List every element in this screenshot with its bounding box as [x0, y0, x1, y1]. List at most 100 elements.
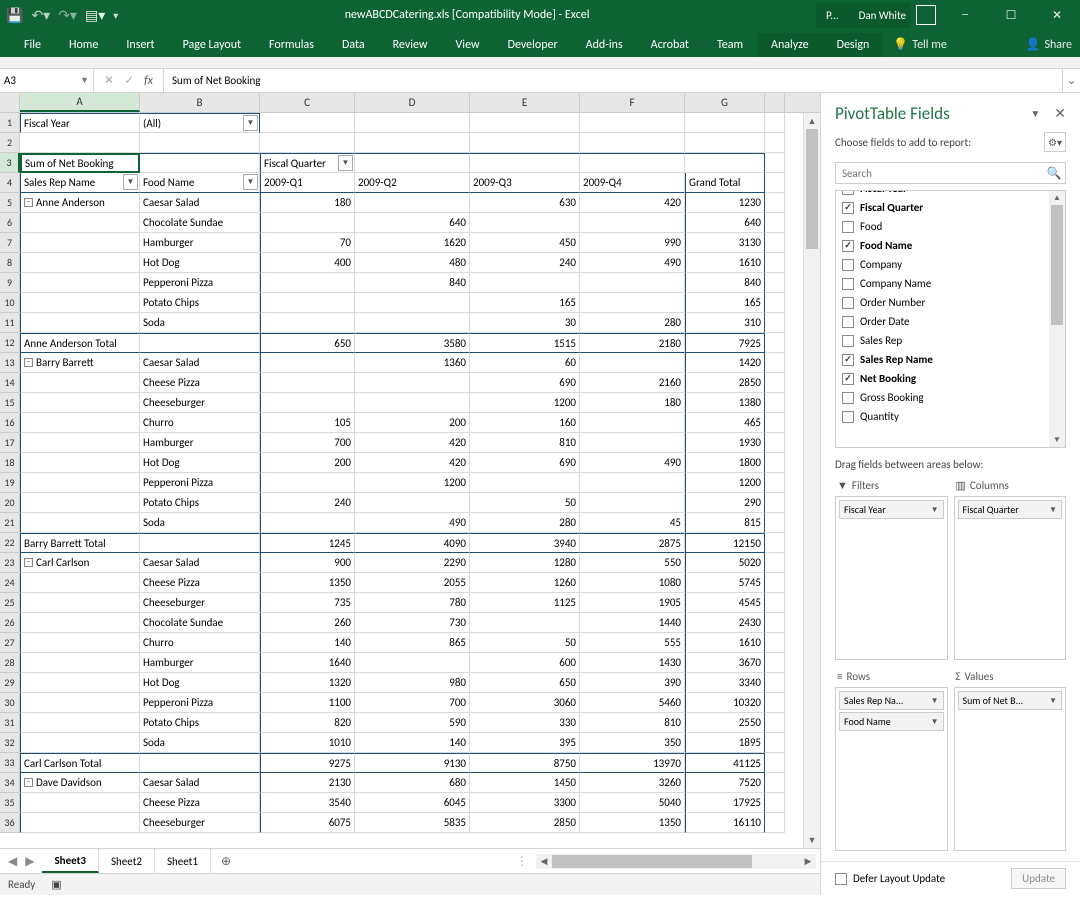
cell[interactable]	[20, 313, 140, 333]
cell[interactable]: 900	[260, 553, 355, 573]
cell[interactable]: Soda	[140, 513, 260, 533]
cell[interactable]	[20, 793, 140, 813]
cell[interactable]	[355, 193, 470, 213]
cell[interactable]: 180	[580, 393, 685, 413]
cell[interactable]: Barry Barrett Total	[20, 533, 140, 553]
cell[interactable]: 10320	[685, 693, 765, 713]
cell[interactable]: Caesar Salad	[140, 553, 260, 573]
checkbox[interactable]	[842, 278, 854, 290]
cell[interactable]: 865	[355, 633, 470, 653]
cell[interactable]: 3940	[470, 533, 580, 553]
cell[interactable]: −Anne Anderson	[20, 193, 140, 213]
cell[interactable]	[765, 813, 785, 833]
user-name[interactable]: Dan White	[849, 3, 910, 28]
cell[interactable]: 780	[355, 593, 470, 613]
cell[interactable]: 2055	[355, 573, 470, 593]
row-header[interactable]: 32	[0, 733, 20, 753]
cell[interactable]: 5835	[355, 813, 470, 833]
scroll-down-icon[interactable]: ▼	[1049, 433, 1065, 447]
context-tab-pivot[interactable]: P...	[816, 3, 849, 28]
maximize-icon[interactable]: ☐	[988, 0, 1034, 30]
cell[interactable]: 160	[470, 413, 580, 433]
cell[interactable]	[580, 133, 685, 153]
cell[interactable]: 980	[355, 673, 470, 693]
cell[interactable]: 50	[470, 493, 580, 513]
cell[interactable]	[765, 313, 785, 333]
cell[interactable]: Cheese Pizza	[140, 573, 260, 593]
cell[interactable]: 650	[260, 333, 355, 353]
cell[interactable]: 1905	[580, 593, 685, 613]
cell[interactable]	[20, 133, 140, 153]
checkbox[interactable]: ✓	[842, 373, 854, 385]
cell[interactable]: 2875	[580, 533, 685, 553]
cell[interactable]: 1420	[685, 353, 765, 373]
cell[interactable]	[20, 473, 140, 493]
cell[interactable]: 240	[260, 493, 355, 513]
cell[interactable]: 680	[355, 773, 470, 793]
cell[interactable]	[765, 413, 785, 433]
cell[interactable]	[20, 593, 140, 613]
cell[interactable]	[260, 373, 355, 393]
cell[interactable]: Pepperoni Pizza	[140, 473, 260, 493]
cell[interactable]	[765, 673, 785, 693]
cell[interactable]: Hot Dog	[140, 453, 260, 473]
row-header[interactable]: 27	[0, 633, 20, 653]
column-header-f[interactable]: F	[580, 93, 685, 112]
cell[interactable]	[140, 753, 260, 773]
cell[interactable]	[765, 353, 785, 373]
cell[interactable]: −Barry Barrett	[20, 353, 140, 373]
qat-customize-icon[interactable]: ▾	[113, 9, 118, 22]
cell[interactable]	[20, 693, 140, 713]
row-header[interactable]: 30	[0, 693, 20, 713]
filter-dropdown[interactable]: ▼	[338, 155, 353, 171]
cell[interactable]: −Carl Carlson	[20, 553, 140, 573]
cell[interactable]	[260, 113, 355, 133]
chevron-down-icon[interactable]: ▼	[931, 717, 939, 727]
cell[interactable]	[765, 473, 785, 493]
cell[interactable]: 630	[470, 193, 580, 213]
tab-add-ins[interactable]: Add-ins	[572, 33, 637, 57]
sheet-tab-sheet2[interactable]: Sheet2	[99, 849, 155, 873]
tab-file[interactable]: File	[10, 33, 55, 57]
cell[interactable]	[765, 293, 785, 313]
checkbox[interactable]	[842, 259, 854, 271]
cell[interactable]: 1930	[685, 433, 765, 453]
cell[interactable]: 1200	[470, 393, 580, 413]
row-header[interactable]: 7	[0, 233, 20, 253]
cell[interactable]: Cheeseburger	[140, 393, 260, 413]
cell[interactable]	[355, 493, 470, 513]
vertical-scrollbar[interactable]: ▲ ▼	[803, 113, 820, 848]
cell[interactable]	[765, 633, 785, 653]
sheet-nav-next-icon[interactable]: ▶	[25, 854, 34, 869]
sheet-tab-sheet1[interactable]: Sheet1	[155, 849, 211, 873]
cell[interactable]	[765, 153, 785, 173]
cell[interactable]	[20, 613, 140, 633]
cell[interactable]	[765, 113, 785, 133]
cell[interactable]: Food Name▼	[140, 173, 260, 193]
tab-developer[interactable]: Developer	[494, 33, 572, 57]
cell[interactable]	[260, 293, 355, 313]
cell[interactable]: 280	[470, 513, 580, 533]
cell[interactable]: 640	[355, 213, 470, 233]
checkbox[interactable]: ✓	[842, 190, 854, 195]
cell[interactable]: 420	[580, 193, 685, 213]
cell[interactable]	[580, 493, 685, 513]
filter-dropdown[interactable]: ▼	[123, 174, 138, 190]
cell[interactable]: 4545	[685, 593, 765, 613]
cell[interactable]: 165	[685, 293, 765, 313]
cell[interactable]	[355, 153, 470, 173]
cell[interactable]: 6075	[260, 813, 355, 833]
cell[interactable]	[355, 113, 470, 133]
cell[interactable]	[765, 173, 785, 193]
field-item[interactable]: ✓Net Booking	[836, 369, 1065, 388]
cell[interactable]: 1440	[580, 613, 685, 633]
row-header[interactable]: 34	[0, 773, 20, 793]
area-item[interactable]: Food Name▼	[839, 712, 944, 731]
cell[interactable]: −Dave Davidson	[20, 773, 140, 793]
scroll-thumb[interactable]	[1051, 205, 1063, 325]
update-button[interactable]: Update	[1011, 868, 1066, 889]
cell[interactable]: Pepperoni Pizza	[140, 693, 260, 713]
cell[interactable]	[580, 113, 685, 133]
cell[interactable]: 2130	[260, 773, 355, 793]
cell[interactable]: Cheese Pizza	[140, 793, 260, 813]
